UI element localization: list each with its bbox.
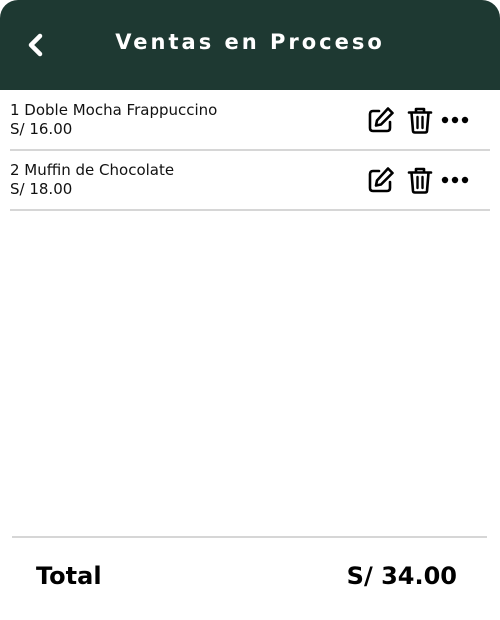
item-actions (366, 105, 470, 135)
delete-button[interactable] (406, 105, 434, 135)
more-options-button[interactable] (440, 165, 470, 195)
edit-icon (368, 107, 394, 133)
more-horizontal-icon (441, 116, 469, 124)
edit-button[interactable] (366, 105, 396, 135)
list-item: 1 Doble Mocha Frappuccino S/ 16.00 (0, 91, 500, 151)
trash-icon (407, 167, 433, 194)
total-value: S/ 34.00 (346, 562, 457, 590)
footer-divider (12, 536, 487, 538)
header-bar: Ventas en Proceso (0, 0, 500, 90)
item-price: S/ 16.00 (10, 120, 73, 138)
sales-in-progress-screen: Ventas en Proceso 1 Doble Mocha Frappucc… (0, 0, 500, 620)
sale-items-list: 1 Doble Mocha Frappuccino S/ 16.00 2 Muf… (0, 91, 500, 211)
list-item: 2 Muffin de Chocolate S/ 18.00 (0, 151, 500, 211)
total-label: Total (36, 562, 102, 590)
item-actions (366, 165, 470, 195)
item-name: 2 Muffin de Chocolate (10, 161, 175, 179)
item-divider (10, 209, 490, 211)
delete-button[interactable] (406, 165, 434, 195)
item-price: S/ 18.00 (10, 180, 73, 198)
more-options-button[interactable] (440, 105, 470, 135)
trash-icon (407, 107, 433, 134)
edit-button[interactable] (366, 165, 396, 195)
page-title: Ventas en Proceso (115, 30, 385, 54)
item-name: 1 Doble Mocha Frappuccino (10, 101, 218, 119)
edit-icon (368, 167, 394, 193)
more-horizontal-icon (441, 176, 469, 184)
